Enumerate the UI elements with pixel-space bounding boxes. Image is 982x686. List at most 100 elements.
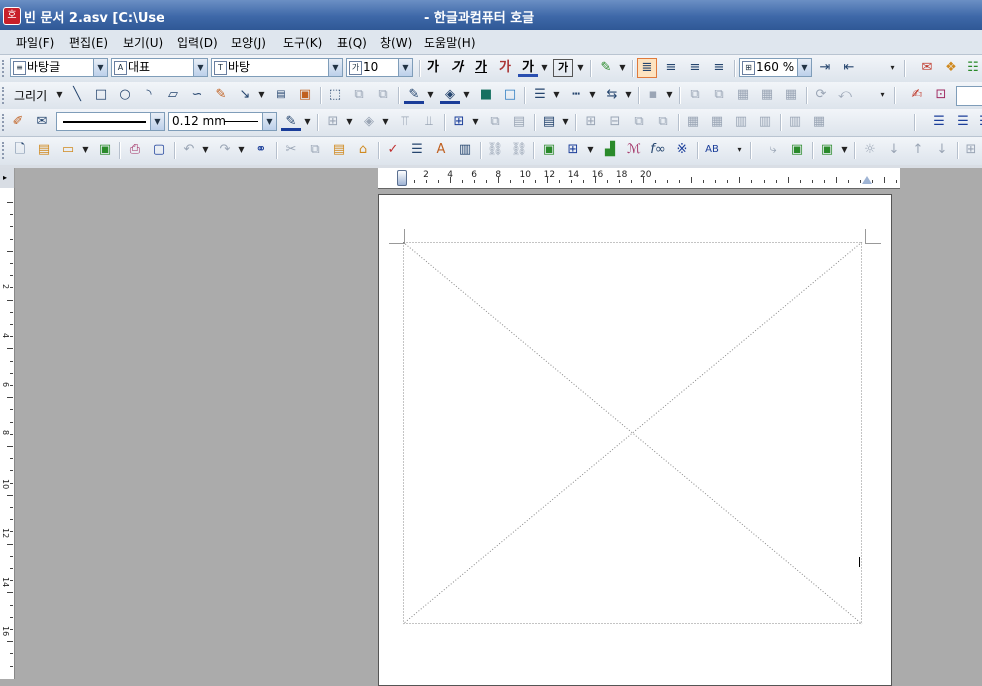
track-changes-icon[interactable]: ✍ bbox=[907, 85, 927, 105]
text-art-icon[interactable]: ℳ bbox=[624, 140, 644, 160]
chevron-down-icon[interactable]: ▼ bbox=[257, 85, 266, 105]
chevron-down-icon[interactable]: ▾ bbox=[735, 140, 744, 160]
arc-tool-icon[interactable]: ◝ bbox=[139, 85, 159, 105]
image-insert-icon[interactable]: ▣ bbox=[295, 85, 315, 105]
font-color-button[interactable]: 가 bbox=[518, 58, 538, 77]
chevron-down-icon[interactable]: ▼ bbox=[381, 112, 390, 132]
rotate-icon[interactable]: ▦ bbox=[781, 85, 801, 105]
chevron-down-icon[interactable]: ▾ bbox=[878, 85, 887, 105]
chevron-down-icon[interactable]: ▼ bbox=[93, 59, 107, 76]
document-page[interactable] bbox=[378, 194, 892, 686]
table-properties-icon[interactable]: ⧉ bbox=[485, 112, 505, 132]
polygon-tool-icon[interactable]: ▱ bbox=[163, 85, 183, 105]
send-back-icon[interactable]: □ bbox=[500, 85, 520, 105]
new-document-icon[interactable]: 🗋 bbox=[10, 140, 30, 160]
shadow-icon[interactable]: ▪ bbox=[643, 85, 663, 105]
merge-cells-icon[interactable]: ▦ bbox=[683, 112, 703, 132]
presentation-icon[interactable]: ⊡ bbox=[931, 85, 951, 105]
quick-search-input[interactable] bbox=[956, 86, 982, 106]
empty-frame-placeholder[interactable] bbox=[403, 242, 863, 625]
spell-check-icon[interactable]: ✓ bbox=[383, 140, 403, 160]
hwp-app-icon[interactable]: 호 bbox=[3, 7, 21, 25]
paste-icon[interactable]: ▤ bbox=[329, 140, 349, 160]
memo-icon[interactable]: ✉ bbox=[917, 58, 937, 78]
language-select[interactable]: A 대표 ▼ bbox=[111, 58, 208, 77]
align-left-button[interactable]: ≡ bbox=[661, 58, 681, 78]
char-outline-button[interactable]: 가 bbox=[553, 59, 573, 77]
contrast-up-icon[interactable]: ↑ bbox=[908, 140, 928, 160]
chevron-down-icon[interactable]: ▼ bbox=[237, 140, 246, 160]
reset-picture-icon[interactable]: ↓ bbox=[932, 140, 952, 160]
bullet-list-icon[interactable]: ☰ bbox=[953, 112, 973, 132]
connector-tool-icon[interactable]: ↘ bbox=[235, 85, 255, 105]
rectangle-tool-icon[interactable]: □ bbox=[91, 85, 111, 105]
cell-border-icon[interactable]: ⊞ bbox=[323, 112, 343, 132]
unlink-icon[interactable]: ⛓ bbox=[509, 140, 529, 160]
flip-vertical-icon[interactable]: ▦ bbox=[757, 85, 777, 105]
chevron-down-icon[interactable]: ▼ bbox=[398, 59, 412, 76]
chevron-down-icon[interactable]: ▼ bbox=[588, 85, 597, 105]
toolbar-grip[interactable] bbox=[2, 60, 7, 77]
chevron-down-icon[interactable]: ▼ bbox=[193, 59, 207, 76]
toolbar-grip[interactable] bbox=[2, 114, 7, 131]
cell-fill-icon[interactable]: ◈ bbox=[359, 112, 379, 132]
hanja-convert-icon[interactable]: AB bbox=[702, 140, 722, 160]
toolbar-grip[interactable] bbox=[2, 142, 7, 159]
font-size-select[interactable]: 가 10 ▼ bbox=[346, 58, 413, 77]
highlight-pen-icon[interactable]: ✎ bbox=[596, 58, 616, 78]
menu-window[interactable]: 창(W) bbox=[380, 34, 412, 51]
paragraph-shape-icon[interactable]: ☰ bbox=[407, 140, 427, 160]
insert-picture-icon[interactable]: ▣ bbox=[539, 140, 559, 160]
insert-chart-icon[interactable]: ▟ bbox=[600, 140, 620, 160]
distribute-icon[interactable]: ⧉ bbox=[709, 85, 729, 105]
flip-horizontal-icon[interactable]: ▦ bbox=[733, 85, 753, 105]
chevron-down-icon[interactable]: ▼ bbox=[540, 58, 549, 78]
crop-icon[interactable]: ⊞ bbox=[961, 140, 981, 160]
pencil-tool-icon[interactable]: ✎ bbox=[211, 85, 231, 105]
table-icon[interactable]: ⊞ bbox=[449, 112, 469, 132]
chevron-down-icon[interactable]: ▼ bbox=[561, 112, 570, 132]
menu-format[interactable]: 모양(J) bbox=[231, 34, 266, 51]
split-cells-icon[interactable]: ▦ bbox=[707, 112, 727, 132]
chevron-down-icon[interactable]: ▼ bbox=[328, 59, 342, 76]
equal-height-icon[interactable]: ▥ bbox=[755, 112, 775, 132]
link-icon[interactable]: ⛓ bbox=[485, 140, 505, 160]
cell-align-top-icon[interactable]: ⫪ bbox=[395, 112, 415, 132]
scan-image-icon[interactable]: ▣ bbox=[787, 140, 807, 160]
template-icon[interactable]: ▤ bbox=[34, 140, 54, 160]
indent-decrease-icon[interactable]: ⇤ bbox=[839, 58, 859, 78]
chevron-down-icon[interactable]: ▼ bbox=[624, 85, 633, 105]
insert-column-icon[interactable]: ⊟ bbox=[605, 112, 625, 132]
indent-increase-icon[interactable]: ⇥ bbox=[815, 58, 835, 78]
table-style-icon[interactable]: ▤ bbox=[539, 112, 559, 132]
ungroup-icon[interactable]: ⧉ bbox=[373, 85, 393, 105]
format-painter-icon[interactable]: ⌂ bbox=[353, 140, 373, 160]
chevron-down-icon[interactable]: ▼ bbox=[840, 140, 849, 160]
align-right-button[interactable]: ≡ bbox=[709, 58, 729, 78]
chevron-down-icon[interactable]: ▼ bbox=[426, 85, 435, 105]
edit-points-icon[interactable]: ⤺ bbox=[835, 85, 855, 105]
line-width-select[interactable]: 0.12 mm ▼ bbox=[168, 112, 277, 131]
cell-block-icon[interactable]: ▥ bbox=[785, 112, 805, 132]
insert-table-icon[interactable]: ⊞ bbox=[563, 140, 583, 160]
menu-help[interactable]: 도움말(H) bbox=[424, 34, 476, 51]
chevron-down-icon[interactable]: ▼ bbox=[55, 85, 64, 105]
horizontal-ruler[interactable]: 2 4 6 8 10 12 14 16 18 20 bbox=[378, 168, 900, 189]
free-rotate-icon[interactable]: ⟳ bbox=[811, 85, 831, 105]
vertical-ruler[interactable]: 2 4 6 8 10 12 14 16 bbox=[0, 188, 15, 679]
line-type-select[interactable]: ▼ bbox=[56, 112, 165, 131]
open-folder-icon[interactable]: ▭ bbox=[58, 140, 78, 160]
cell-align-bottom-icon[interactable]: ⫫ bbox=[419, 112, 439, 132]
curve-tool-icon[interactable]: ∽ bbox=[187, 85, 207, 105]
object-align-icon[interactable]: ⤷ bbox=[763, 140, 783, 160]
delete-row-icon[interactable]: ⧉ bbox=[629, 112, 649, 132]
chevron-down-icon[interactable]: ▼ bbox=[665, 85, 674, 105]
special-char-icon[interactable]: ※ bbox=[672, 140, 692, 160]
brightness-icon[interactable]: ☼ bbox=[860, 140, 880, 160]
style-select[interactable]: ≡ 바탕글 ▼ bbox=[10, 58, 108, 77]
justify-button[interactable]: ≣ bbox=[637, 58, 657, 78]
chevron-down-icon[interactable]: ▼ bbox=[303, 112, 312, 132]
strike-button[interactable]: 가 bbox=[495, 58, 515, 78]
textbox-icon[interactable]: ▤ bbox=[271, 85, 291, 105]
chevron-down-icon[interactable]: ▼ bbox=[797, 59, 811, 76]
